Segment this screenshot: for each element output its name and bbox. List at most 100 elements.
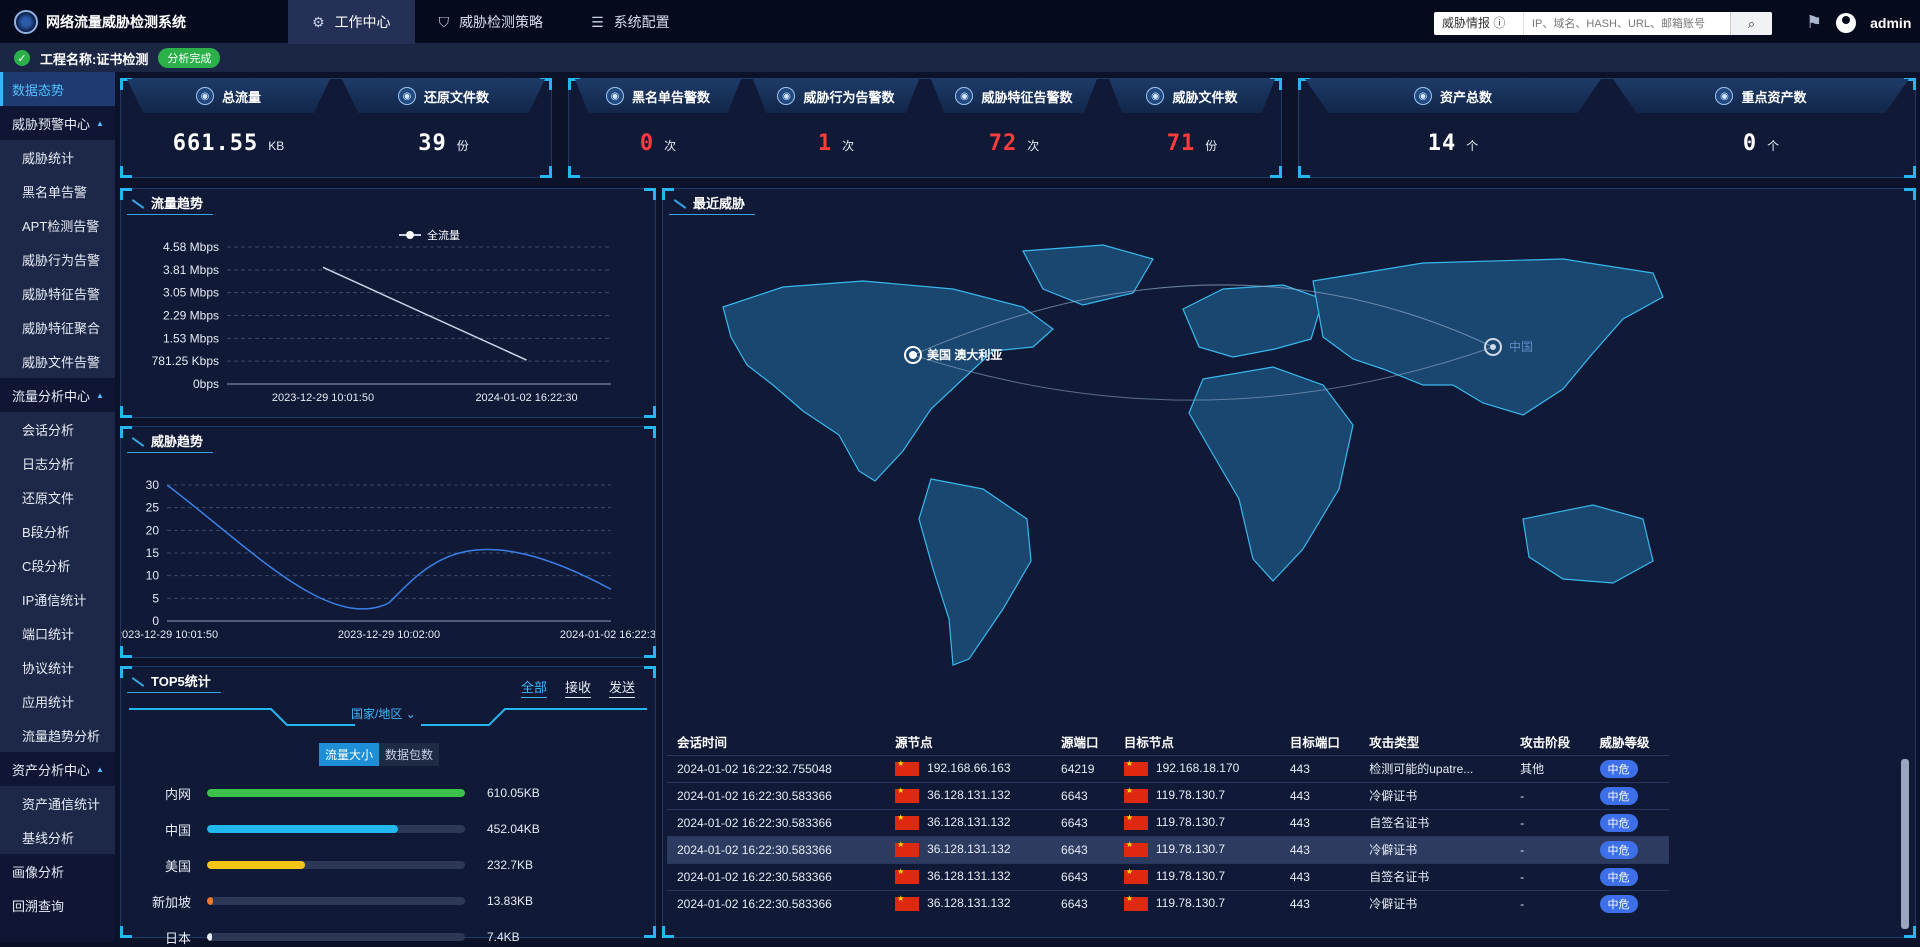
nav-detection-policy[interactable]: ⛉威胁检测策略 (415, 0, 568, 44)
sidebar-item[interactable]: 回溯查询 (0, 888, 115, 922)
sidebar-item-label: APT检测告警 (22, 216, 99, 235)
bar-category: 中国 (141, 820, 207, 839)
notification-icon[interactable]: ⚑ (1806, 12, 1822, 33)
cell-text: 443 (1290, 762, 1310, 776)
table-cell: 443 (1280, 836, 1359, 863)
column-header[interactable]: 会话时间 (667, 729, 885, 755)
table-row[interactable]: 2024-01-02 16:22:30.58336636.128.131.132… (667, 890, 1669, 917)
sidebar-item[interactable]: C段分析 (0, 548, 115, 582)
top5-bar-row[interactable]: 日本7.4KB (141, 927, 641, 947)
shield-icon: ⛉ (439, 14, 450, 31)
search-type-select[interactable]: 威胁情报 ⓘ (1434, 12, 1524, 35)
sidebar-item[interactable]: 威胁行为告警 (0, 242, 115, 276)
sidebar-item[interactable]: 应用统计 (0, 684, 115, 718)
sidebar-item-label: 威胁文件告警 (22, 352, 100, 371)
chevron-down-icon: ⌄ (406, 707, 416, 721)
sidebar-item[interactable]: 还原文件 (0, 480, 115, 514)
y-tick-label: 1.53 Mbps (163, 331, 219, 345)
avatar[interactable] (1836, 13, 1856, 33)
sidebar-item[interactable]: IP通信统计 (0, 582, 115, 616)
sidebar-item[interactable]: 黑名单告警 (0, 174, 115, 208)
stat-card[interactable]: ◉威胁行为告警数1次 (747, 79, 925, 179)
tab-traffic-size[interactable]: 流量大小 (319, 743, 379, 766)
search-input[interactable] (1524, 12, 1730, 35)
sidebar-item[interactable]: 威胁预警中心▲ (0, 106, 115, 140)
sidebar-item[interactable]: 威胁文件告警 (0, 344, 115, 378)
stat-card[interactable]: ◉资产总数14个 (1299, 79, 1607, 179)
sidebar-item[interactable]: 资产通信统计 (0, 786, 115, 820)
column-header[interactable]: 攻击阶段 (1510, 729, 1589, 755)
search-button[interactable]: ⌕ (1730, 12, 1772, 35)
table-row[interactable]: 2024-01-02 16:22:30.58336636.128.131.132… (667, 863, 1669, 890)
app-logo[interactable]: 网络流量威胁检测系统 (14, 10, 186, 34)
table-scrollbar[interactable] (1901, 759, 1909, 929)
y-tick-label: 15 (146, 546, 160, 560)
sidebar-item-label: 威胁特征告警 (22, 284, 100, 303)
dimension-select[interactable]: 国家/地区 ⌄ (351, 705, 416, 722)
sidebar-item[interactable]: 威胁特征聚合 (0, 310, 115, 344)
stat-card[interactable]: ◉黑名单告警数0次 (569, 79, 747, 179)
stat-card[interactable]: ◉总流量661.55KB (121, 79, 336, 179)
stat-title: 资产总数 (1440, 87, 1492, 106)
stats-asset-panel: ◉资产总数14个◉重点资产数0个 (1298, 78, 1916, 178)
top5-bar-row[interactable]: 内网610.05KB (141, 783, 641, 803)
column-header[interactable]: 目标节点 (1114, 729, 1280, 755)
europe-shape (1183, 285, 1323, 357)
cell-text: 119.78.130.7 (1156, 896, 1225, 910)
top5-bar-row[interactable]: 中国452.04KB (141, 819, 641, 839)
threat-level-badge: 中危 (1600, 760, 1638, 778)
stat-value-row: 71份 (1103, 131, 1281, 156)
sidebar-item[interactable]: 基线分析 (0, 820, 115, 854)
bar-category: 新加坡 (141, 892, 207, 911)
sidebar-item[interactable]: B段分析 (0, 514, 115, 548)
cell-text: 443 (1290, 897, 1310, 911)
cell-text: - (1520, 816, 1524, 830)
column-header[interactable]: 源节点 (885, 729, 1051, 755)
y-tick-label: 4.58 Mbps (163, 240, 219, 254)
series-line (323, 267, 527, 360)
china-flag-icon (1124, 870, 1148, 884)
sidebar-item[interactable]: 威胁统计 (0, 140, 115, 174)
sidebar-item[interactable]: 流量趋势分析 (0, 718, 115, 752)
sidebar-item[interactable]: 威胁特征告警 (0, 276, 115, 310)
top5-bar-row[interactable]: 美国232.7KB (141, 855, 641, 875)
sidebar-item[interactable]: 会话分析 (0, 412, 115, 446)
bar-fill (207, 933, 212, 941)
stat-card[interactable]: ◉重点资产数0个 (1607, 79, 1915, 179)
bar-fill (207, 897, 213, 905)
sidebar-item[interactable]: 流量分析中心▲ (0, 378, 115, 412)
table-row[interactable]: 2024-01-02 16:22:30.58336636.128.131.132… (667, 782, 1669, 809)
sidebar-item[interactable]: 日志分析 (0, 446, 115, 480)
stat-card[interactable]: ◉威胁特征告警数72次 (925, 79, 1103, 179)
sidebar-item-label: 端口统计 (22, 624, 74, 643)
sidebar-item-label: 应用统计 (22, 692, 74, 711)
table-row[interactable]: 2024-01-02 16:22:30.58336636.128.131.132… (667, 836, 1669, 863)
stat-card[interactable]: ◉还原文件数39份 (336, 79, 551, 179)
nav-work-center[interactable]: ⚙工作中心 (288, 0, 415, 44)
sidebar-item[interactable]: 资产分析中心▲ (0, 752, 115, 786)
sidebar-item[interactable]: 协议统计 (0, 650, 115, 684)
sidebar-item[interactable]: 画像分析 (0, 854, 115, 888)
table-row[interactable]: 2024-01-02 16:22:32.755048192.168.66.163… (667, 755, 1669, 782)
sidebar-item[interactable]: 端口统计 (0, 616, 115, 650)
greenland-shape (1023, 245, 1153, 305)
nav-system-config[interactable]: ☰系统配置 (567, 0, 694, 44)
top5-bar-row[interactable]: 新加坡13.83KB (141, 891, 641, 911)
column-header[interactable]: 目标端口 (1280, 729, 1359, 755)
legend-label[interactable]: 全流量 (427, 228, 460, 242)
cell-text: 6643 (1061, 870, 1088, 884)
stat-card[interactable]: ◉威胁文件数71份 (1103, 79, 1281, 179)
tab-packet-count[interactable]: 数据包数 (379, 743, 439, 766)
column-header[interactable]: 攻击类型 (1359, 729, 1510, 755)
y-tick-label: 25 (146, 501, 160, 515)
column-header[interactable]: 源端口 (1051, 729, 1114, 755)
cell-text: 36.128.131.132 (927, 842, 1010, 856)
sidebar-item[interactable]: APT检测告警 (0, 208, 115, 242)
table-cell: 36.128.131.132 (885, 782, 1051, 809)
sidebar-item[interactable]: 数据态势 (0, 72, 115, 106)
table-cell: 检测可能的upatre... (1359, 755, 1510, 782)
user-name[interactable]: admin (1870, 15, 1911, 31)
column-header[interactable]: 威胁等级 (1590, 729, 1669, 755)
table-row[interactable]: 2024-01-02 16:22:30.58336636.128.131.132… (667, 809, 1669, 836)
bar-track (207, 789, 465, 797)
